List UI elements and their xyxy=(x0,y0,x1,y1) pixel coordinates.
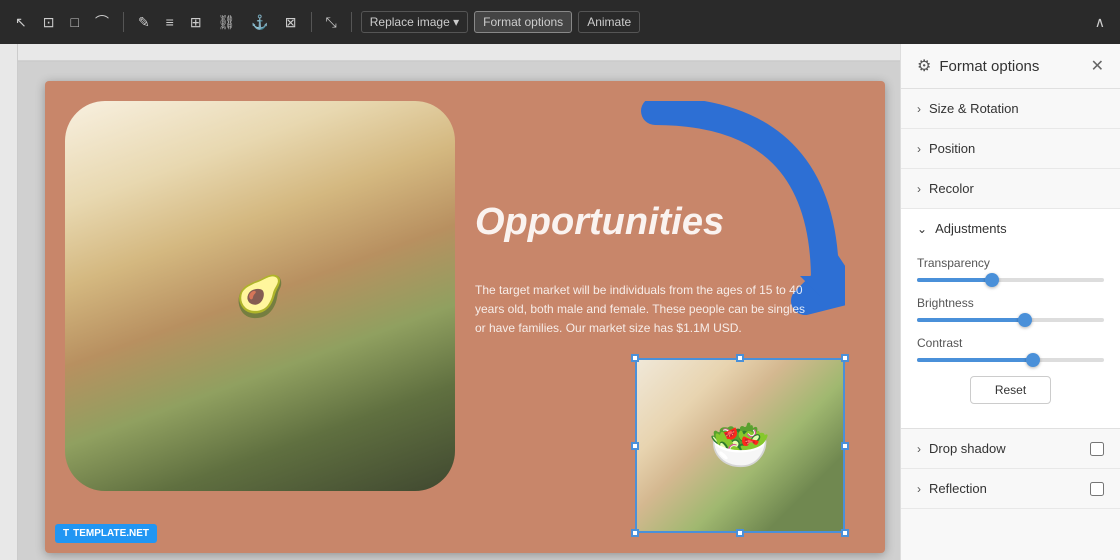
transparency-slider-track[interactable] xyxy=(917,278,1104,282)
position-header[interactable]: › Position xyxy=(901,129,1120,168)
panel-header: ⚙ Format options ✕ xyxy=(901,44,1120,89)
adjustments-label: Adjustments xyxy=(935,221,1007,236)
contrast-label: Contrast xyxy=(917,336,1104,350)
handle-middle-left[interactable] xyxy=(631,442,639,450)
recolor-chevron-icon: › xyxy=(917,182,921,196)
selected-image-container[interactable]: 🥗 xyxy=(635,358,845,533)
reflection-section[interactable]: › Reflection xyxy=(901,469,1120,509)
size-rotation-chevron-icon: › xyxy=(917,102,921,116)
close-panel-button[interactable]: ✕ xyxy=(1091,56,1104,76)
crop-icon[interactable]: ⊡ xyxy=(38,11,60,34)
recolor-header[interactable]: › Recolor xyxy=(901,169,1120,208)
replace-image-button[interactable]: Replace image ▾ xyxy=(361,11,468,33)
slide[interactable]: 🥑 Opportunities The target market will b… xyxy=(45,81,885,553)
pen-icon[interactable]: ✎ xyxy=(133,11,155,34)
handle-top-right[interactable] xyxy=(841,354,849,362)
position-label: Position xyxy=(929,141,975,156)
transparency-slider-thumb[interactable] xyxy=(985,273,999,287)
reflection-label: Reflection xyxy=(929,481,987,496)
link-icon[interactable]: ⛓ xyxy=(213,11,241,34)
reset-button[interactable]: Reset xyxy=(970,376,1051,404)
slide-body-text: The target market will be individuals fr… xyxy=(475,281,815,339)
handle-top-middle[interactable] xyxy=(736,354,744,362)
lasso-icon[interactable]: ⌒ xyxy=(90,9,114,35)
size-rotation-header[interactable]: › Size & Rotation xyxy=(901,89,1120,128)
format-options-button[interactable]: Format options xyxy=(474,11,572,33)
drop-shadow-section[interactable]: › Drop shadow xyxy=(901,429,1120,469)
template-logo-text: TEMPLATE.NET xyxy=(73,528,149,539)
handle-top-left[interactable] xyxy=(631,354,639,362)
contrast-slider-track[interactable] xyxy=(917,358,1104,362)
handle-middle-right[interactable] xyxy=(841,442,849,450)
slide-title: Opportunities xyxy=(475,201,724,244)
collapse-icon[interactable]: ∧ xyxy=(1090,11,1110,34)
toolbar: ↖ ⊡ □ ⌒ ✎ ≡ ⊞ ⛓ ⚓ ⊠ ⤡ Replace image ▾ Fo… xyxy=(0,0,1120,44)
main-content: // rendered via inline style trick 🥑 xyxy=(0,44,1120,560)
transparency-label: Transparency xyxy=(917,256,1104,270)
selected-food-image: 🥗 xyxy=(635,358,845,533)
panel-title: Format options xyxy=(939,58,1082,75)
transparency-slider-group: Transparency xyxy=(917,256,1104,282)
lines-icon[interactable]: ⊞ xyxy=(185,11,207,34)
contrast-slider-group: Contrast xyxy=(917,336,1104,362)
position-section: › Position xyxy=(901,129,1120,169)
slide-container: 🥑 Opportunities The target market will b… xyxy=(30,74,900,560)
adjustments-header[interactable]: ⌄ Adjustments xyxy=(901,209,1120,248)
brightness-slider-track[interactable] xyxy=(917,318,1104,322)
template-logo-t: T xyxy=(63,528,69,539)
handle-bottom-left[interactable] xyxy=(631,529,639,537)
main-food-image: 🥑 xyxy=(65,101,455,491)
brightness-slider-fill xyxy=(917,318,1025,322)
animate-button[interactable]: Animate xyxy=(578,11,640,33)
adjustments-body: Transparency Brightness Cont xyxy=(901,248,1120,428)
reflection-checkbox[interactable] xyxy=(1090,482,1104,496)
anchor-icon[interactable]: ⚓ xyxy=(246,11,273,34)
canvas-area[interactable]: // rendered via inline style trick 🥑 xyxy=(0,44,900,560)
ruler-vertical xyxy=(0,44,18,560)
brightness-label: Brightness xyxy=(917,296,1104,310)
contrast-slider-fill xyxy=(917,358,1033,362)
handle-bottom-middle[interactable] xyxy=(736,529,744,537)
format-options-icon: ⚙ xyxy=(917,56,931,76)
reflection-chevron-icon: › xyxy=(917,482,921,496)
format-options-panel: ⚙ Format options ✕ › Size & Rotation › P… xyxy=(900,44,1120,560)
contrast-slider-thumb[interactable] xyxy=(1026,353,1040,367)
recolor-label: Recolor xyxy=(929,181,974,196)
crop2-icon[interactable]: ⊠ xyxy=(280,11,302,34)
handle-bottom-right[interactable] xyxy=(841,529,849,537)
position-chevron-icon: › xyxy=(917,142,921,156)
adjustments-chevron-icon: ⌄ xyxy=(917,222,927,236)
transparency-slider-fill xyxy=(917,278,992,282)
size-rotation-label: Size & Rotation xyxy=(929,101,1019,116)
recolor-section: › Recolor xyxy=(901,169,1120,209)
drop-shadow-chevron-icon: › xyxy=(917,442,921,456)
adjustments-section: ⌄ Adjustments Transparency Brightness xyxy=(901,209,1120,429)
template-logo: T TEMPLATE.NET xyxy=(55,524,157,543)
list-icon[interactable]: ≡ xyxy=(161,11,179,33)
select-tool-icon[interactable]: ↖ xyxy=(10,11,32,34)
shape-icon[interactable]: □ xyxy=(65,11,83,33)
size-rotation-section: › Size & Rotation xyxy=(901,89,1120,129)
ruler-horizontal: // rendered via inline style trick xyxy=(0,44,900,62)
resize-icon[interactable]: ⤡ xyxy=(321,11,342,34)
drop-shadow-label: Drop shadow xyxy=(929,441,1006,456)
brightness-slider-thumb[interactable] xyxy=(1018,313,1032,327)
brightness-slider-group: Brightness xyxy=(917,296,1104,322)
drop-shadow-checkbox[interactable] xyxy=(1090,442,1104,456)
